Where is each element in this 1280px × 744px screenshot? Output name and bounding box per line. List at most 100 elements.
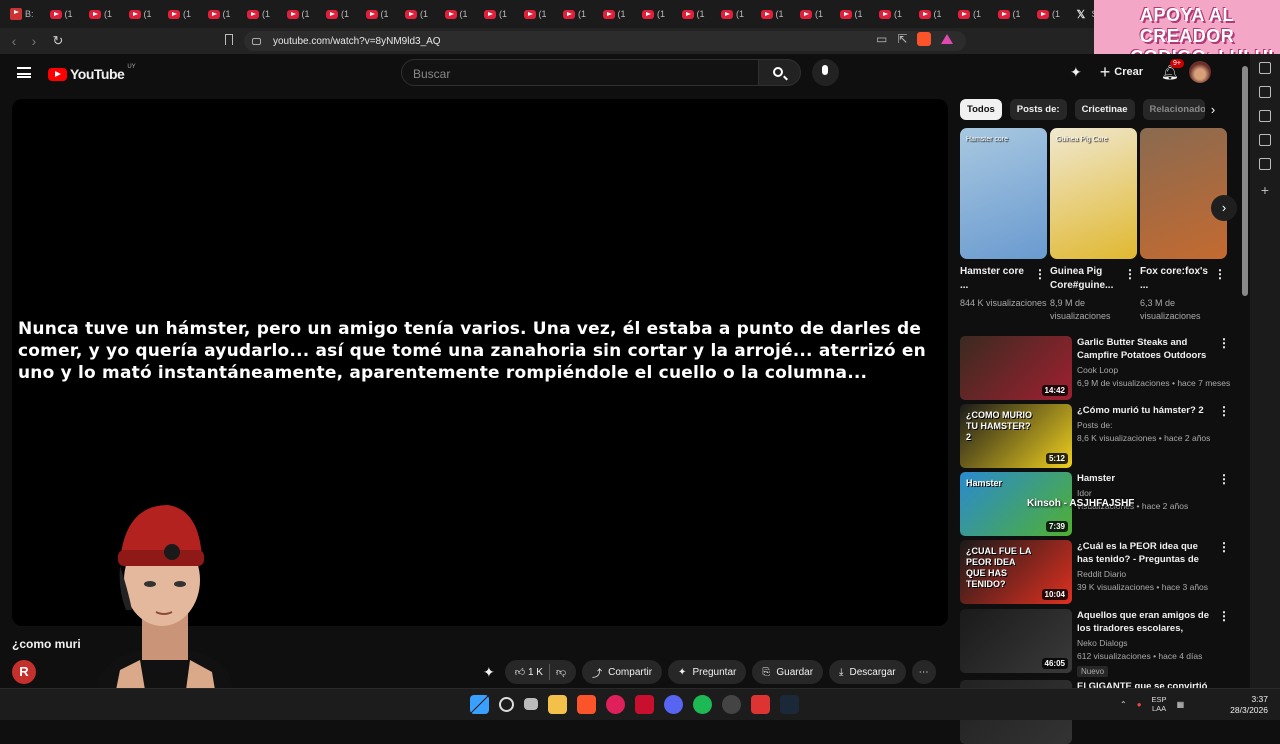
browser-tab[interactable]: (1 bbox=[636, 3, 676, 25]
browser-tab[interactable]: (1 bbox=[123, 3, 163, 25]
cast-icon[interactable]: ▭ bbox=[876, 32, 887, 46]
search-input[interactable]: Buscar bbox=[401, 59, 759, 86]
browser-tab[interactable]: (1 bbox=[320, 3, 360, 25]
start-icon[interactable] bbox=[470, 695, 489, 714]
browser-tab[interactable]: (1 bbox=[83, 3, 123, 25]
channel-name[interactable]: Cook Loop bbox=[1077, 365, 1215, 375]
browser-tab[interactable]: (1 bbox=[676, 3, 716, 25]
recommended-video[interactable]: ¿CUAL FUE LA PEOR IDEA QUE HAS TENIDO? 10… bbox=[960, 540, 1230, 604]
wallet-icon[interactable] bbox=[1259, 110, 1271, 122]
video-title[interactable]: Aquellos que eran amigos de los tiradore… bbox=[1077, 609, 1215, 635]
video-thumbnail[interactable]: 14:42 bbox=[960, 336, 1072, 400]
dislike-button[interactable]: 👎︎ bbox=[556, 666, 566, 678]
ai-icon[interactable]: ✦ bbox=[1070, 64, 1082, 81]
valorant-icon[interactable] bbox=[751, 695, 770, 714]
brave-rewards-icon[interactable] bbox=[941, 34, 954, 44]
menu-icon[interactable] bbox=[17, 67, 31, 78]
ai-chat-icon[interactable] bbox=[1259, 62, 1271, 74]
browser-tab[interactable]: (1 bbox=[162, 3, 202, 25]
mic-icon[interactable]: ● bbox=[1137, 700, 1142, 709]
video-thumbnail[interactable]: 46:05 bbox=[960, 609, 1072, 673]
more-options-icon[interactable]: ⋮ bbox=[1218, 540, 1230, 554]
short-card[interactable]: Hamster core Hamster core ... 844 K visual… bbox=[960, 128, 1047, 323]
browser-tab[interactable]: (1 bbox=[794, 3, 834, 25]
recommended-video[interactable]: ¿COMO MURIO TU HAMSTER? 2 5:12 ¿Cómo murió… bbox=[960, 404, 1230, 468]
browser-tab[interactable]: (1 bbox=[597, 3, 637, 25]
channel-name[interactable]: Posts de: bbox=[1077, 420, 1215, 430]
more-options-icon[interactable]: ⋮ bbox=[1218, 472, 1230, 486]
site-info-icon[interactable] bbox=[252, 37, 261, 45]
forward-icon[interactable]: › bbox=[24, 33, 44, 49]
video-title[interactable]: ¿Cuál es la PEOR idea que has tenido? - … bbox=[1077, 540, 1215, 566]
browser-tab[interactable]: (1 bbox=[557, 3, 597, 25]
browser-tab[interactable]: (1 bbox=[1031, 3, 1071, 25]
network-icon[interactable]: ▦ bbox=[1177, 700, 1185, 709]
discord-icon[interactable] bbox=[664, 695, 683, 714]
recommended-video[interactable]: 46:05 Aquellos que eran amigos de los tir… bbox=[960, 609, 1230, 677]
filter-chip[interactable]: Cricetinae bbox=[1074, 99, 1135, 120]
more-options-icon[interactable]: ⋮ bbox=[1214, 267, 1226, 281]
more-options-icon[interactable]: ⋮ bbox=[1218, 609, 1230, 623]
video-thumbnail[interactable]: ¿CUAL FUE LA PEOR IDEA QUE HAS TENIDO? 10… bbox=[960, 540, 1072, 604]
video-title[interactable]: Garlic Butter Steaks and Campfire Potato… bbox=[1077, 336, 1215, 362]
youtube-logo[interactable]: YouTube UY bbox=[48, 64, 136, 82]
share-button[interactable]: ⤴ Compartir bbox=[582, 660, 663, 684]
share-page-icon[interactable]: ⇱ bbox=[897, 32, 907, 46]
reading-list-icon[interactable] bbox=[1259, 86, 1271, 98]
filter-chip[interactable]: Relacionado bbox=[1142, 99, 1205, 120]
browser-tab[interactable]: (1 bbox=[952, 3, 992, 25]
spotify-icon[interactable] bbox=[693, 695, 712, 714]
ai-summary-icon[interactable]: ✦ bbox=[483, 664, 495, 681]
browser-tab[interactable]: (1 bbox=[241, 3, 281, 25]
recommended-video[interactable]: 14:42 Garlic Butter Steaks and Campfire P… bbox=[960, 336, 1230, 400]
short-card[interactable]: Fox core:fox's ... 6,3 M de visualizacion… bbox=[1140, 128, 1227, 323]
more-actions-button[interactable]: ⋯ bbox=[911, 660, 936, 684]
search-icon[interactable] bbox=[499, 697, 514, 712]
video-title[interactable]: ¿Cómo murió tu hámster? 2 bbox=[1077, 404, 1215, 417]
app-icon[interactable] bbox=[722, 695, 741, 714]
channel-name[interactable]: Neko Dialogs bbox=[1077, 638, 1215, 648]
brave-shields-icon[interactable] bbox=[917, 32, 932, 46]
url-field[interactable]: youtube.com/watch?v=8yNM9ld3_AQ bbox=[244, 31, 966, 51]
notifications-button[interactable]: 🔔︎ 9+ bbox=[1161, 59, 1184, 80]
channel-name[interactable]: Reddit Diario bbox=[1077, 569, 1215, 579]
browser-tab[interactable]: (1 bbox=[360, 3, 400, 25]
voice-search-button[interactable] bbox=[812, 59, 839, 86]
file-explorer-icon[interactable] bbox=[548, 695, 567, 714]
browser-tab[interactable]: (1 bbox=[992, 3, 1032, 25]
search-button[interactable] bbox=[759, 59, 801, 86]
filter-chip[interactable]: Posts de: bbox=[1009, 99, 1067, 120]
acrobat-icon[interactable] bbox=[635, 695, 654, 714]
avatar[interactable] bbox=[1189, 61, 1211, 83]
browser-tab[interactable]: (1 bbox=[755, 3, 795, 25]
more-options-icon[interactable]: ⋮ bbox=[1034, 267, 1046, 281]
browser-tab[interactable]: (1 bbox=[202, 3, 242, 25]
page-scrollbar[interactable] bbox=[1240, 54, 1250, 688]
create-button[interactable]: + Crear bbox=[1093, 61, 1149, 83]
history-icon[interactable] bbox=[1259, 158, 1271, 170]
bookmark-icon[interactable] bbox=[225, 34, 233, 45]
language-indicator[interactable]: ESP LAA bbox=[1152, 695, 1167, 713]
short-thumbnail[interactable] bbox=[1140, 128, 1227, 259]
browser-tab[interactable]: B: bbox=[4, 3, 44, 25]
short-thumbnail[interactable]: Hamster core bbox=[960, 128, 1047, 259]
short-title[interactable]: Hamster core ... bbox=[960, 265, 1030, 293]
more-options-icon[interactable]: ⋮ bbox=[1124, 267, 1136, 281]
browser-tab[interactable]: (1 bbox=[478, 3, 518, 25]
reload-icon[interactable]: ↻ bbox=[48, 33, 68, 49]
bookmarks-icon[interactable] bbox=[1259, 134, 1271, 146]
download-button[interactable]: ⤓ Descargar bbox=[829, 660, 906, 684]
short-card[interactable]: Guinea Pig Core Guinea Pig Core#guine... 8… bbox=[1050, 128, 1137, 323]
browser-tab[interactable]: (1 bbox=[913, 3, 953, 25]
browser-tab[interactable]: (1 bbox=[399, 3, 439, 25]
brave-browser-icon[interactable] bbox=[577, 695, 596, 714]
back-icon[interactable]: ‹ bbox=[4, 33, 24, 49]
browser-tab[interactable]: (1 bbox=[518, 3, 558, 25]
like-button[interactable]: 👍︎ 1 K bbox=[515, 666, 543, 678]
browser-tab[interactable]: (1 bbox=[715, 3, 755, 25]
browser-tab[interactable]: (1 bbox=[281, 3, 321, 25]
short-thumbnail[interactable]: Guinea Pig Core bbox=[1050, 128, 1137, 259]
chevron-up-icon[interactable]: ⌃ bbox=[1120, 700, 1127, 709]
browser-tab[interactable]: (1 bbox=[439, 3, 479, 25]
chevron-right-icon[interactable]: › bbox=[1205, 101, 1221, 119]
